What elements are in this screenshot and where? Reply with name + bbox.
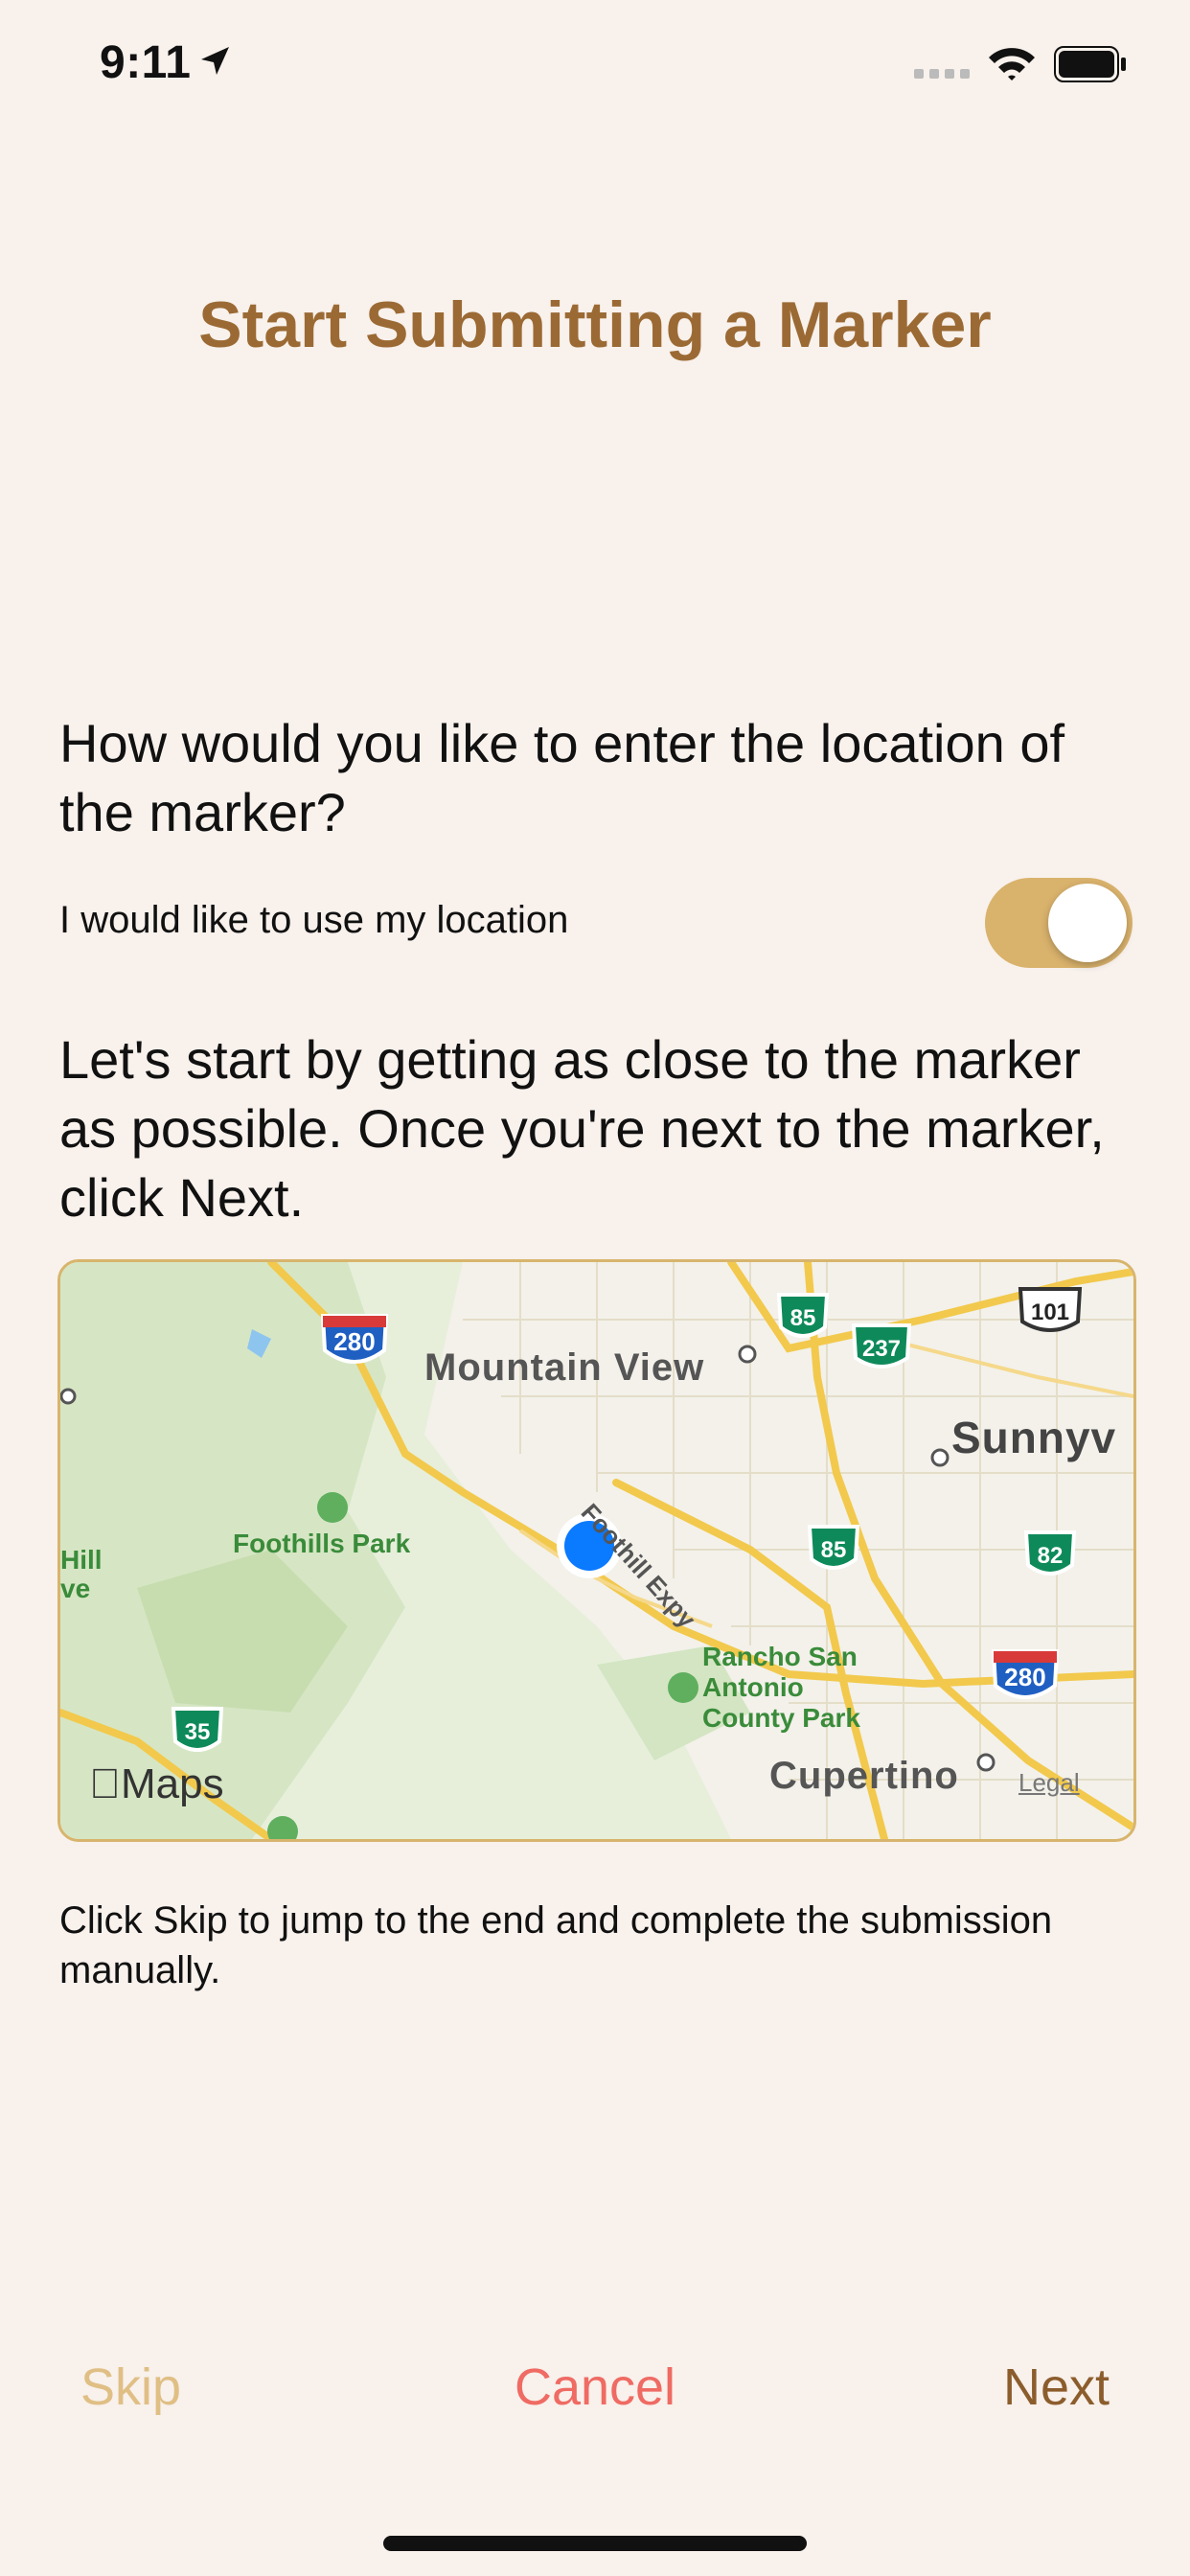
svg-text:280: 280 bbox=[1004, 1663, 1045, 1691]
location-question: How would you like to enter the location… bbox=[59, 713, 1065, 842]
map-label-rancho: Rancho San Antonio County Park bbox=[702, 1642, 860, 1733]
route-237-shield-icon: 237 bbox=[851, 1323, 912, 1368]
cellular-signal-icon bbox=[914, 69, 970, 79]
wifi-icon bbox=[989, 48, 1035, 80]
toggle-knob bbox=[1048, 884, 1127, 962]
status-time: 9:11 bbox=[100, 37, 192, 88]
map-view[interactable]: 280 85 237 101 85 82 280 35 Mountain Vie… bbox=[57, 1259, 1136, 1842]
battery-icon bbox=[1054, 46, 1126, 82]
map-label-sunnyvale: Sunnyv bbox=[951, 1413, 1117, 1462]
map-label-mountain-view: Mountain View bbox=[424, 1346, 705, 1389]
location-arrow-icon bbox=[201, 47, 229, 75]
skip-note: Click Skip to jump to the end and comple… bbox=[59, 1899, 1053, 1991]
svg-text:82: 82 bbox=[1038, 1543, 1064, 1569]
instructions-text: Let's start by getting as close to the m… bbox=[59, 1029, 1105, 1228]
svg-text:85: 85 bbox=[821, 1537, 847, 1563]
interstate-280-shield-icon: 280 bbox=[991, 1649, 1060, 1699]
map-label-hill: Hill ve bbox=[60, 1545, 103, 1603]
page-title: Start Submitting a Marker bbox=[198, 288, 992, 361]
use-location-label: I would like to use my location bbox=[59, 899, 569, 941]
status-bar: 9:11 bbox=[0, 0, 1190, 134]
skip-button[interactable]: Skip bbox=[80, 2358, 181, 2417]
svg-text:35: 35 bbox=[185, 1719, 211, 1745]
home-indicator[interactable] bbox=[383, 2536, 807, 2551]
route-85-shield-icon: 85 bbox=[776, 1293, 830, 1338]
svg-text:237: 237 bbox=[862, 1336, 901, 1362]
us-101-shield-icon: 101 bbox=[1018, 1287, 1083, 1332]
interstate-280-shield-icon: 280 bbox=[320, 1314, 389, 1364]
svg-text:101: 101 bbox=[1031, 1300, 1069, 1325]
map-label-foothills-park: Foothills Park bbox=[233, 1529, 411, 1558]
apple-logo-icon:  bbox=[89, 1760, 121, 1807]
route-85-shield-icon: 85 bbox=[807, 1525, 860, 1570]
route-35-shield-icon: 35 bbox=[171, 1707, 224, 1752]
next-button[interactable]: Next bbox=[1003, 2358, 1110, 2417]
map-legal-link[interactable]: Legal bbox=[1018, 1768, 1080, 1798]
svg-text:280: 280 bbox=[333, 1327, 375, 1356]
map-label-cupertino: Cupertino bbox=[769, 1755, 959, 1797]
svg-text:85: 85 bbox=[790, 1305, 816, 1331]
use-location-toggle[interactable] bbox=[985, 878, 1133, 968]
route-82-shield-icon: 82 bbox=[1023, 1530, 1077, 1576]
apple-maps-logo: Maps bbox=[89, 1760, 224, 1807]
